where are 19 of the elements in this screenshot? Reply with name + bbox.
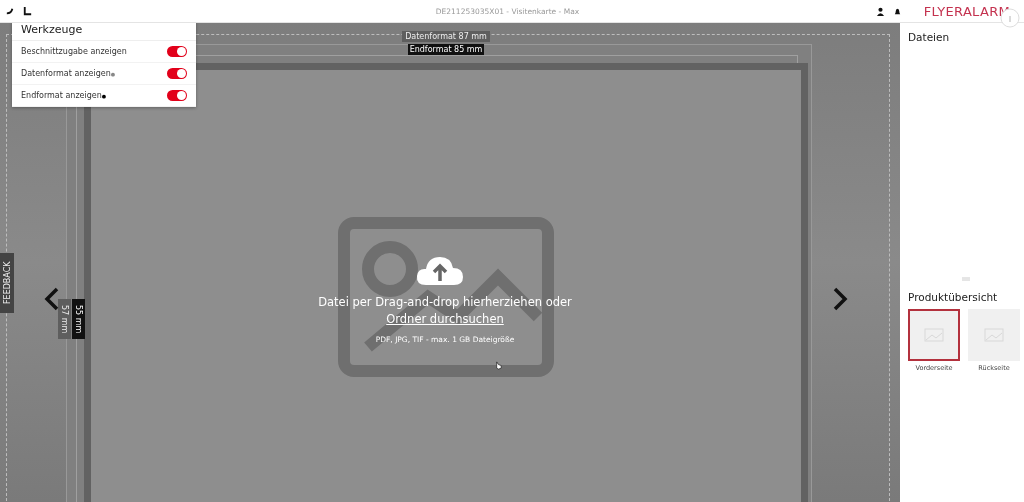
overview-heading: Produktübersicht — [908, 291, 999, 303]
dimension-label: 57 mm — [58, 299, 71, 339]
toggle-switch[interactable] — [167, 90, 187, 101]
dimension-label: 55 mm — [72, 299, 85, 339]
corner-icon[interactable] — [22, 5, 33, 17]
upload-instruction: Datei per Drag-and-drop hierherziehen oder — [318, 295, 572, 309]
cursor-icon — [494, 361, 503, 370]
toggle-switch[interactable] — [167, 68, 187, 79]
user-icon[interactable] — [875, 6, 885, 16]
toggle-switch[interactable] — [167, 46, 187, 57]
bell-icon[interactable] — [892, 6, 902, 16]
browse-folder-link[interactable]: Ordner durchsuchen — [386, 312, 504, 326]
brand-logo[interactable]: FLYERALARM — [923, 3, 1010, 19]
dimension-label: Endformat 85 mm — [408, 44, 484, 55]
feedback-tab[interactable]: FEEDBACK — [0, 253, 14, 313]
dimension-label: Datenformat 87 mm — [402, 31, 490, 42]
menu-title: Werkzeuge — [12, 23, 196, 41]
files-heading: Dateien — [908, 31, 951, 43]
option-label: Beschnittzugabe anzeigen — [21, 47, 127, 56]
